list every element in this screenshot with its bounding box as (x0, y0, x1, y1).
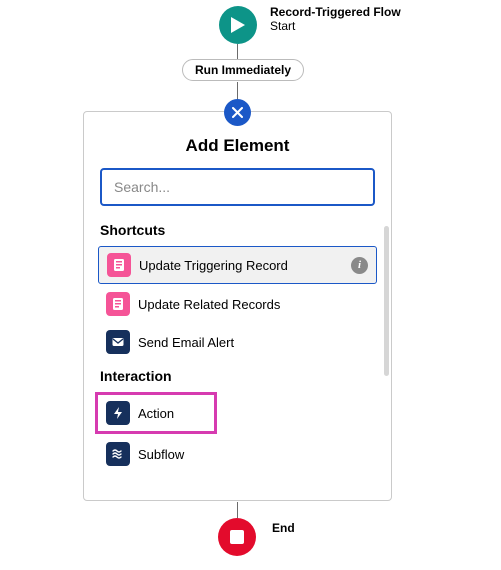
item-action[interactable]: Action (95, 392, 217, 434)
update-record-icon (106, 292, 130, 316)
connector (237, 44, 238, 59)
action-icon (106, 401, 130, 425)
close-icon (232, 107, 243, 118)
stop-icon (230, 530, 244, 544)
start-label: Record-Triggered Flow Start (270, 5, 401, 33)
item-send-email-alert[interactable]: Send Email Alert (98, 324, 377, 360)
scrollbar[interactable] (384, 226, 389, 376)
element-list: Shortcuts Update Triggering Record i Upd… (84, 222, 391, 472)
panel-title: Add Element (84, 136, 391, 156)
section-shortcuts-heading: Shortcuts (100, 222, 375, 238)
start-title: Record-Triggered Flow (270, 5, 401, 19)
start-node[interactable] (219, 6, 257, 44)
item-update-related-records[interactable]: Update Related Records (98, 286, 377, 322)
info-icon[interactable]: i (351, 257, 368, 274)
item-subflow[interactable]: Subflow (98, 436, 377, 472)
run-immediately-pill[interactable]: Run Immediately (182, 59, 304, 81)
item-label: Send Email Alert (138, 335, 234, 350)
item-label: Action (138, 406, 174, 421)
section-interaction-heading: Interaction (100, 368, 375, 384)
flow-canvas: Record-Triggered Flow Start Run Immediat… (0, 0, 501, 570)
start-subtitle: Start (270, 19, 401, 33)
item-label: Subflow (138, 447, 184, 462)
item-label: Update Triggering Record (139, 258, 288, 273)
item-update-triggering-record[interactable]: Update Triggering Record i (98, 246, 377, 284)
update-record-icon (107, 253, 131, 277)
connector (237, 502, 238, 518)
end-label: End (272, 521, 295, 535)
add-element-panel: Add Element Shortcuts Update Triggering … (83, 111, 392, 501)
subflow-icon (106, 442, 130, 466)
close-panel-button[interactable] (224, 99, 251, 126)
item-label: Update Related Records (138, 297, 280, 312)
email-icon (106, 330, 130, 354)
play-icon (231, 17, 245, 33)
search-input[interactable] (100, 168, 375, 206)
end-node[interactable] (218, 518, 256, 556)
